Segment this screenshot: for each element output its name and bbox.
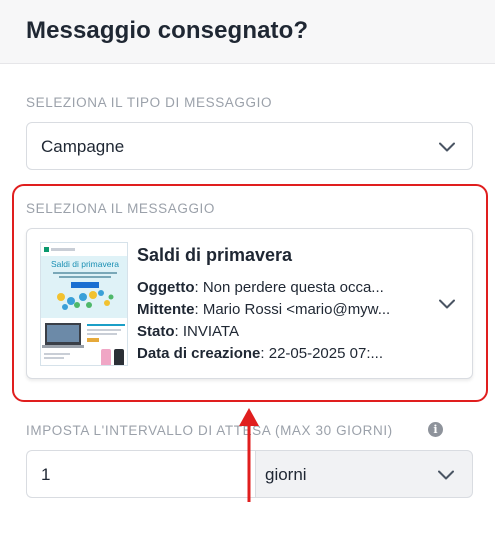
email-thumbnail: Saldi di primavera <box>40 242 128 366</box>
message-created-row: Data di creazione: 22-05-2025 07:... <box>137 345 383 362</box>
sender-key: Mittente <box>137 301 195 318</box>
subject-key: Oggetto <box>137 279 195 296</box>
message-subject-row: Oggetto: Non perdere questa occa... <box>137 279 384 296</box>
created-key: Data di creazione <box>137 345 261 362</box>
annotation-arrow <box>239 408 259 502</box>
message-type-select[interactable]: Campagne <box>26 122 473 170</box>
message-select-card[interactable]: Saldi di primavera Saldi di primavera Og… <box>26 228 473 379</box>
subject-value: Non perdere questa occa... <box>202 279 384 296</box>
message-type-value: Campagne <box>41 137 125 156</box>
chevron-down-icon <box>438 470 454 480</box>
status-key: Stato <box>137 323 175 340</box>
thumb-title: Saldi di primavera <box>51 259 119 269</box>
wait-unit-value: giorni <box>265 465 307 484</box>
status-value: INVIATA <box>182 323 239 340</box>
info-icon[interactable]: i <box>428 422 443 437</box>
email-preview-image: Saldi di primavera <box>41 243 127 365</box>
chevron-down-icon <box>439 142 455 152</box>
wait-unit-select[interactable]: giorni <box>255 450 473 498</box>
sender-value: Mario Rossi <mario@myw... <box>202 301 391 318</box>
message-sender-row: Mittente: Mario Rossi <mario@myw... <box>137 301 391 318</box>
message-status-row: Stato: INVIATA <box>137 323 239 340</box>
message-type-label: SELEZIONA IL TIPO DI MESSAGGIO <box>26 95 273 110</box>
message-title: Saldi di primavera <box>137 245 293 265</box>
page-title: Messaggio consegnato? <box>26 17 309 44</box>
wait-interval-input[interactable]: 1 <box>26 450 256 498</box>
chevron-down-icon <box>439 299 455 309</box>
wait-interval-label: IMPOSTA L'INTERVALLO DI ATTESA (MAX 30 G… <box>26 423 393 438</box>
message-select-label: SELEZIONA IL MESSAGGIO <box>26 201 216 216</box>
wait-interval-value: 1 <box>41 465 51 484</box>
created-value: 22-05-2025 07:... <box>268 345 383 362</box>
header: Messaggio consegnato? <box>0 0 495 64</box>
